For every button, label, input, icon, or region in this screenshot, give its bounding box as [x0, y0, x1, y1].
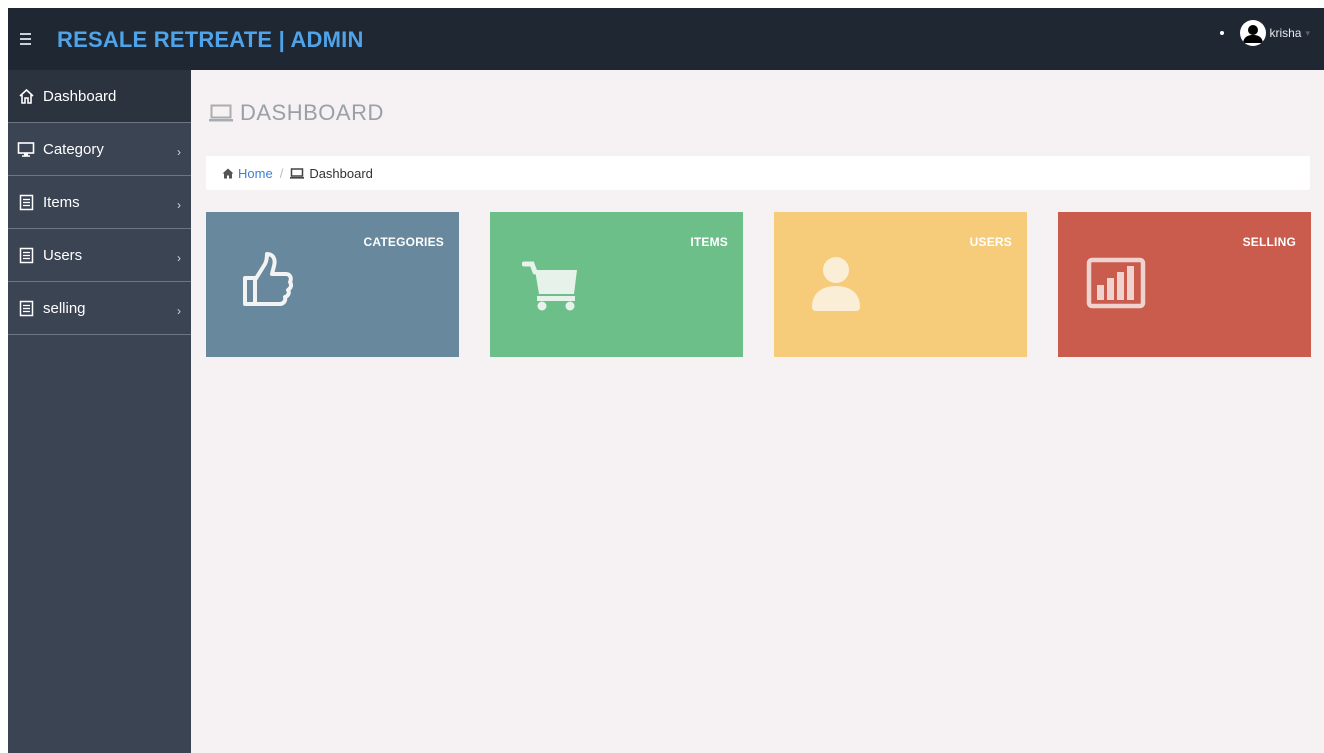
sidebar-item-dashboard[interactable]: Dashboard [8, 70, 191, 123]
page-title-text: DASHBOARD [240, 100, 384, 125]
breadcrumb-home-link[interactable]: Home [238, 166, 273, 181]
top-navbar: RESALE RETREATE | ADMIN krisha ▾ [8, 8, 1324, 70]
chevron-right-icon: › [177, 145, 181, 159]
bar-chart-icon [1086, 257, 1146, 309]
notification-dot [1220, 31, 1225, 35]
document-icon [17, 299, 35, 317]
cart-icon [522, 261, 577, 311]
laptop-icon [209, 104, 233, 122]
page-title: DASHBOARD [209, 100, 384, 126]
sidebar-item-users[interactable]: Users › [8, 229, 191, 282]
chevron-right-icon: › [177, 198, 181, 212]
chevron-right-icon: › [177, 251, 181, 265]
chevron-right-icon: › [177, 304, 181, 318]
main-content: DASHBOARD Home / Dashboard CATEGORIES IT… [191, 70, 1324, 753]
chevron-down-icon[interactable]: ▾ [1305, 28, 1310, 39]
card-label: CATEGORIES [363, 235, 444, 249]
app-frame: RESALE RETREATE | ADMIN krisha ▾ Dashboa… [8, 8, 1324, 753]
selling-card[interactable]: SELLING [1058, 212, 1311, 357]
sidebar-item-label: Dashboard [43, 87, 117, 105]
card-label: SELLING [1242, 235, 1296, 249]
thumbs-up-icon [243, 252, 294, 306]
home-icon [222, 168, 234, 178]
card-label: ITEMS [690, 235, 728, 249]
sidebar-item-label: Items [43, 193, 80, 211]
sidebar-item-label: selling [43, 299, 86, 317]
user-avatar-icon [1243, 25, 1264, 43]
monitor-icon [17, 140, 35, 158]
breadcrumb: Home / Dashboard [206, 156, 1310, 190]
username-label[interactable]: krisha [1269, 26, 1301, 40]
home-icon [17, 87, 35, 105]
user-menu[interactable]: krisha ▾ [1220, 20, 1310, 46]
users-card[interactable]: USERS [774, 212, 1027, 357]
app-brand-title[interactable]: RESALE RETREATE | ADMIN [57, 27, 364, 53]
breadcrumb-current: Dashboard [309, 165, 373, 181]
document-icon [17, 246, 35, 264]
card-label: USERS [969, 235, 1012, 249]
avatar[interactable] [1240, 20, 1267, 46]
sidebar-item-label: Category [43, 140, 104, 158]
sidebar-item-selling[interactable]: selling › [8, 282, 191, 335]
categories-card[interactable]: CATEGORIES [206, 212, 459, 357]
sidebar-item-items[interactable]: Items › [8, 176, 191, 229]
sidebar: Dashboard Category › Items › Users › sel… [8, 70, 191, 753]
sidebar-item-category[interactable]: Category › [8, 123, 191, 176]
hamburger-menu-icon[interactable] [20, 30, 34, 48]
laptop-icon [290, 167, 305, 179]
items-card[interactable]: ITEMS [490, 212, 743, 357]
breadcrumb-separator: / [279, 165, 284, 181]
user-icon [812, 257, 860, 311]
sidebar-item-label: Users [43, 246, 83, 264]
document-icon [17, 193, 35, 211]
